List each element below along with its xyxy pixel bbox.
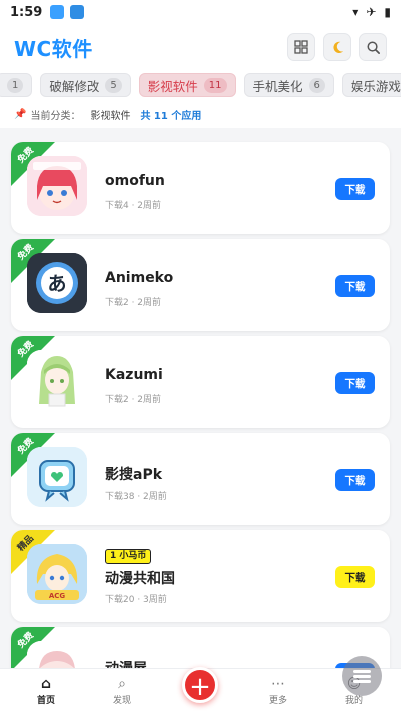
plus-icon: + — [189, 672, 211, 702]
download-button[interactable]: 下载 — [335, 469, 375, 491]
category-count: 6 — [308, 77, 325, 93]
category-count: 5 — [105, 77, 122, 93]
category-tabs: 1 破解修改 5 影视软件 11 手机美化 6 娱乐游戏 — [0, 70, 401, 100]
yingsou-icon — [27, 447, 87, 507]
category-tab[interactable]: 娱乐游戏 — [341, 73, 401, 97]
app-name: Animeko — [105, 270, 174, 286]
category-label: 手机美化 — [252, 78, 303, 94]
category-filter-info: 📌 当前分类： 影视软件 共 11 个应用 — [0, 100, 401, 128]
omofun-icon — [27, 156, 87, 216]
download-button[interactable]: 下载 — [335, 275, 375, 297]
nav-more[interactable]: ⋯ 更多 — [253, 675, 303, 706]
app-card[interactable]: 免费 影搜aPk 下载38 · 2周前 下载 — [11, 433, 390, 525]
home-icon: ⌂ — [40, 676, 52, 692]
category-tab[interactable]: 1 — [0, 73, 33, 97]
category-count: 11 — [203, 77, 227, 93]
nav-discover[interactable]: ⌕ 发现 — [97, 675, 147, 706]
app-card[interactable]: 免费 あ Animeko 下载2 · 2周前 下载 — [11, 239, 390, 331]
nav-label: 发现 — [112, 696, 131, 706]
animeko-icon: あ — [27, 253, 87, 313]
current-category: 影视软件 — [90, 110, 131, 122]
app-total-count: 共 11 个应用 — [140, 110, 202, 122]
moon-icon — [332, 41, 343, 53]
category-label: 破解修改 — [49, 78, 100, 94]
kazumi-icon — [27, 350, 87, 410]
status-icons: ▾ ✈ ▮ — [352, 5, 391, 19]
category-tab[interactable]: 破解修改 5 — [40, 73, 131, 97]
app-card[interactable]: 精品 ACG 1 小马币 动漫共和国 下载20 · 3周前 下载 — [11, 530, 390, 622]
app-meta: 下载38 · 2周前 — [105, 492, 167, 502]
dongman-icon: ACG — [27, 544, 87, 604]
nav-label: 更多 — [268, 696, 287, 706]
nav-home[interactable]: ⌂ 首页 — [21, 675, 71, 706]
status-bar: 1:59 ▾ ✈ ▮ — [0, 0, 401, 24]
status-time: 1:59 — [10, 4, 43, 20]
app-meta: 下载20 · 3周前 — [105, 595, 167, 605]
floating-menu-button[interactable] — [342, 656, 382, 696]
app-name: 影搜aPk — [105, 467, 163, 483]
app-name: 动漫屋 — [105, 658, 147, 668]
grid-view-button[interactable] — [287, 33, 315, 61]
search-icon: ⌕ — [118, 676, 126, 692]
app-name: Kazumi — [105, 367, 163, 383]
battery-icon: ▮ — [384, 5, 391, 19]
download-button[interactable]: 下载 — [335, 372, 375, 394]
search-button[interactable] — [359, 33, 387, 61]
header-actions — [287, 33, 387, 61]
svg-text:ACG: ACG — [49, 592, 66, 600]
app-header: WC软件 — [0, 24, 401, 70]
app-name: omofun — [105, 173, 165, 189]
search-icon — [367, 41, 380, 54]
category-count: 1 — [7, 77, 24, 93]
notification-icon — [50, 5, 65, 19]
airplane-icon: ✈ — [366, 5, 377, 19]
download-button[interactable]: 下载 — [335, 178, 375, 200]
app-meta: 下载4 · 2周前 — [105, 201, 162, 211]
nav-label: 我的 — [344, 696, 363, 706]
app-list: 免费 omofun 下载4 · 2周前 下载 免费 あ Animeko 下载2 … — [0, 128, 401, 668]
dark-mode-button[interactable] — [323, 33, 351, 61]
page-title: WC软件 — [14, 36, 93, 61]
add-button[interactable]: + — [182, 667, 218, 703]
app-card[interactable]: 免费 动漫屋 下载 — [11, 627, 390, 668]
svg-text:あ: あ — [47, 273, 66, 295]
category-label: 娱乐游戏 — [350, 78, 401, 94]
wifi-icon: ▾ — [352, 5, 359, 19]
pin-icon: 📌 — [14, 108, 27, 120]
app-name: 动漫共和国 — [105, 571, 175, 587]
app-screen: 1:59 ▾ ✈ ▮ WC软件 1 破解修改 5 影视软件 11 手机美化 6 … — [0, 0, 401, 713]
app-meta: 下载2 · 2周前 — [105, 298, 162, 308]
price-tag: 1 小马币 — [105, 549, 152, 564]
app-meta: 下载2 · 2周前 — [105, 395, 162, 405]
dongmanwu-icon — [27, 641, 87, 668]
category-tab[interactable]: 手机美化 6 — [243, 73, 334, 97]
app-card[interactable]: 免费 omofun 下载4 · 2周前 下载 — [11, 142, 390, 234]
category-label: 影视软件 — [147, 78, 198, 94]
more-icon: ⋯ — [271, 676, 285, 692]
grid-icon — [294, 40, 308, 54]
category-tab-active[interactable]: 影视软件 11 — [138, 73, 236, 97]
nav-label: 首页 — [36, 696, 55, 706]
download-button[interactable]: 下载 — [335, 566, 375, 588]
filter-prefix: 当前分类： — [30, 110, 81, 122]
notification-icon — [70, 5, 85, 19]
menu-icon — [353, 668, 371, 685]
app-card[interactable]: 免费 Kazumi 下载2 · 2周前 下载 — [11, 336, 390, 428]
